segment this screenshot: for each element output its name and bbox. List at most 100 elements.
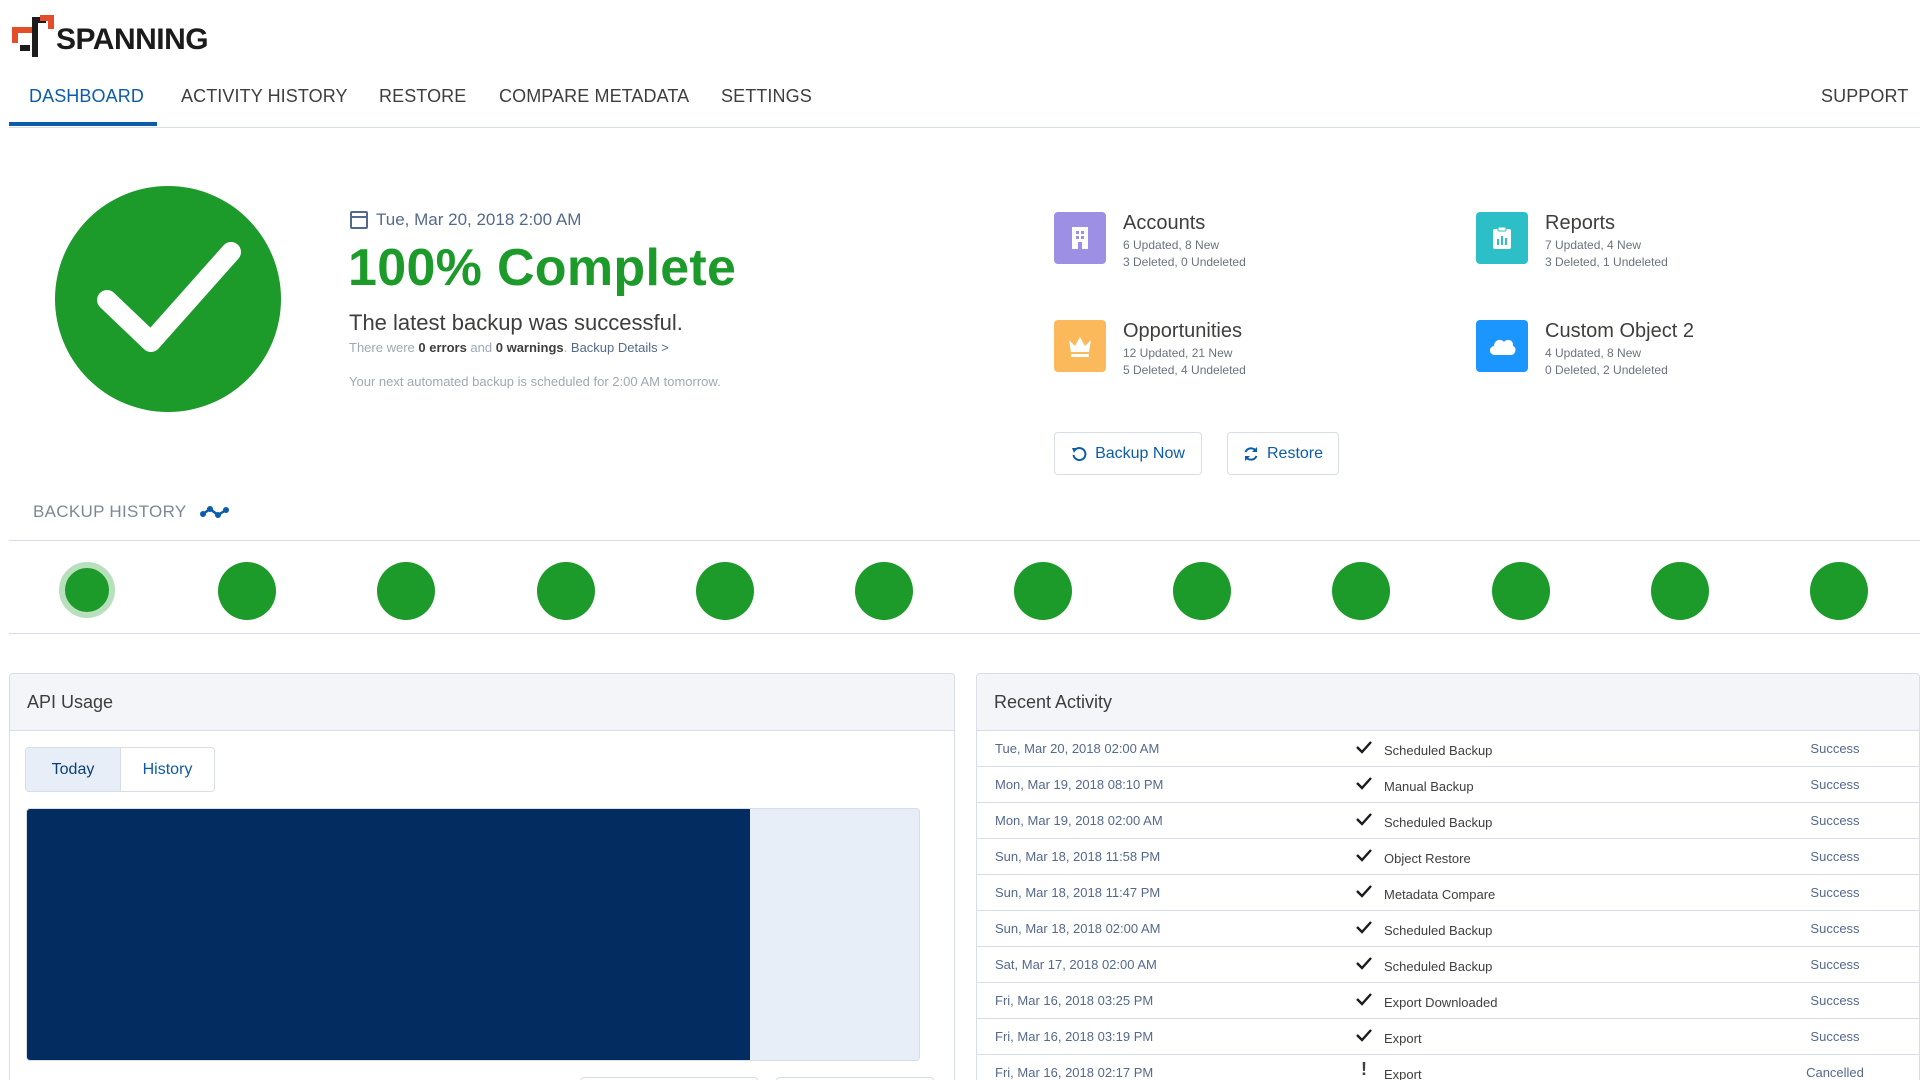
object-tile-custom-object-2[interactable]: Custom Object 2 4 Updated, 8 New 0 Delet… <box>1476 320 1694 378</box>
activity-row[interactable]: Mon, Mar 19, 2018 08:10 PM Manual Backup S… <box>977 767 1919 803</box>
detail-and: and <box>470 340 493 355</box>
object-deletes: 3 Deleted, 1 Undeleted <box>1545 255 1668 270</box>
backup-success-check-icon <box>55 186 281 412</box>
object-tile-accounts[interactable]: Accounts 6 Updated, 8 New 3 Deleted, 0 U… <box>1054 212 1246 270</box>
check-icon <box>1355 739 1375 757</box>
api-usage-meter: 9% <box>26 808 920 1061</box>
backup-history-dot[interactable] <box>1491 562 1550 620</box>
activity-date: Sun, Mar 18, 2018 02:00 AM <box>995 921 1161 936</box>
tab-settings[interactable]: SETTINGS <box>721 86 812 126</box>
api-usage-bar <box>27 809 750 1060</box>
activity-row[interactable]: Sat, Mar 17, 2018 02:00 AM Scheduled Back… <box>977 947 1919 983</box>
detail-prefix: There were <box>349 340 415 355</box>
activity-date: Sun, Mar 18, 2018 11:47 PM <box>995 885 1161 900</box>
activity-type: Metadata Compare <box>1384 887 1496 902</box>
cloud-icon <box>1476 320 1528 372</box>
tab-history[interactable]: History <box>120 748 214 791</box>
backup-history-dot[interactable] <box>1332 562 1391 620</box>
next-backup-note: Your next automated backup is scheduled … <box>349 374 721 389</box>
api-usage-tabs: Today History <box>25 747 215 792</box>
activity-date: Fri, Mar 16, 2018 02:17 PM <box>995 1065 1154 1080</box>
activity-row[interactable]: Mon, Mar 19, 2018 02:00 AM Scheduled Back… <box>977 803 1919 839</box>
object-deletes: 5 Deleted, 4 Undeleted <box>1123 363 1246 378</box>
crown-icon <box>1054 320 1106 372</box>
backup-details-link[interactable]: Backup Details > <box>571 340 669 355</box>
activity-status: Success <box>1810 1029 1860 1044</box>
restore-button[interactable]: Restore <box>1227 432 1339 475</box>
tab-today[interactable]: Today <box>26 748 120 791</box>
activity-status: Cancelled <box>1806 1065 1864 1080</box>
activity-type: Scheduled Backup <box>1384 815 1493 830</box>
check-icon <box>1355 847 1375 865</box>
backup-history-dot[interactable] <box>536 562 595 620</box>
backup-history-dot[interactable] <box>695 562 754 620</box>
activity-status: Success <box>1810 741 1860 756</box>
backup-now-button[interactable]: Backup Now <box>1054 432 1202 475</box>
active-tab-indicator <box>9 122 157 126</box>
activity-type: Export <box>1384 1067 1422 1080</box>
backup-history-dot[interactable] <box>377 562 436 620</box>
activity-row[interactable]: Fri, Mar 16, 2018 02:17 PM! Export Cancell… <box>977 1055 1919 1080</box>
activity-date: Mon, Mar 19, 2018 08:10 PM <box>995 777 1164 792</box>
api-usage-panel: API Usage Today History 9% <box>9 673 955 1080</box>
check-icon <box>1355 955 1375 973</box>
tab-compare-metadata[interactable]: COMPARE METADATA <box>499 86 689 126</box>
warning-count: 0 warnings <box>495 340 564 355</box>
backup-history-dot[interactable] <box>59 562 115 618</box>
backup-date-text: Tue, Mar 20, 2018 2:00 AM <box>376 210 582 229</box>
activity-status: Success <box>1810 777 1860 792</box>
warning-icon: ! <box>1361 1059 1367 1079</box>
activity-date: Tue, Mar 20, 2018 02:00 AM <box>995 741 1160 756</box>
tab-dashboard[interactable]: DASHBOARD <box>29 86 144 126</box>
backup-history-dot[interactable] <box>1650 562 1709 620</box>
calendar-icon <box>350 211 368 229</box>
brand-logo[interactable]: SPANNING <box>10 12 209 60</box>
object-tile-reports[interactable]: Reports 7 Updated, 4 New 3 Deleted, 1 Un… <box>1476 212 1668 270</box>
object-deletes: 0 Deleted, 2 Undeleted <box>1545 363 1668 378</box>
object-name: Custom Object 2 <box>1545 320 1694 342</box>
object-updates: 4 Updated, 8 New <box>1545 346 1642 360</box>
recent-activity-panel: Recent Activity Tue, Mar 20, 2018 02:00 … <box>976 673 1920 1080</box>
activity-status: Success <box>1810 921 1860 936</box>
undo-icon <box>1072 446 1087 461</box>
activity-type: Manual Backup <box>1384 779 1474 794</box>
activity-row[interactable]: Fri, Mar 16, 2018 03:19 PM Export Success <box>977 1019 1919 1055</box>
activity-type: Export Downloaded <box>1384 995 1498 1010</box>
backup-date: Tue, Mar 20, 2018 2:00 AM <box>350 210 581 230</box>
backup-now-label: Backup Now <box>1095 444 1185 462</box>
check-icon <box>1355 883 1375 901</box>
activity-row[interactable]: Sun, Mar 18, 2018 11:47 PM Metadata Compa… <box>977 875 1919 911</box>
restore-label: Restore <box>1266 444 1324 462</box>
backup-status-subtitle: The latest backup was successful. <box>349 310 683 335</box>
activity-date: Fri, Mar 16, 2018 03:25 PM <box>995 993 1154 1008</box>
recent-activity-title: Recent Activity <box>977 674 1919 731</box>
api-usage-title: API Usage <box>10 674 954 731</box>
activity-row[interactable]: Sun, Mar 18, 2018 11:58 PM Object Restore… <box>977 839 1919 875</box>
backup-history-dot[interactable] <box>1014 562 1073 620</box>
check-icon <box>1355 811 1375 829</box>
activity-type: Export <box>1384 1031 1422 1046</box>
backup-history-dot[interactable] <box>218 562 277 620</box>
tab-activity-history[interactable]: ACTIVITY HISTORY <box>181 86 348 126</box>
activity-date: Sat, Mar 17, 2018 02:00 AM <box>995 957 1157 972</box>
activity-row[interactable]: Tue, Mar 20, 2018 02:00 AM Scheduled Back… <box>977 731 1919 767</box>
backup-history-dot[interactable] <box>1810 562 1868 620</box>
backup-history-dot[interactable] <box>854 562 913 620</box>
backup-history-header: BACKUP HISTORY <box>33 502 230 522</box>
refresh-icon <box>1244 446 1258 461</box>
timeline-icon[interactable] <box>200 505 230 519</box>
tab-restore[interactable]: RESTORE <box>379 86 466 126</box>
backup-history-dot[interactable] <box>1173 562 1232 620</box>
report-icon <box>1476 212 1528 264</box>
activity-row[interactable]: Sun, Mar 18, 2018 02:00 AM Scheduled Back… <box>977 911 1919 947</box>
top-nav: DASHBOARD ACTIVITY HISTORY RESTORE COMPA… <box>9 72 1920 128</box>
object-name: Opportunities <box>1123 320 1242 342</box>
activity-row[interactable]: Fri, Mar 16, 2018 03:25 PM Export Downloa… <box>977 983 1919 1019</box>
object-tile-opportunities[interactable]: Opportunities 12 Updated, 21 New 5 Delet… <box>1054 320 1246 378</box>
spanning-logo-icon <box>10 13 54 59</box>
error-count: 0 errors <box>418 340 467 355</box>
recent-activity-list: Tue, Mar 20, 2018 02:00 AM Scheduled Back… <box>977 731 1919 1080</box>
support-link[interactable]: SUPPORT <box>1821 86 1908 126</box>
check-icon <box>1355 919 1375 937</box>
activity-status: Success <box>1810 885 1860 900</box>
